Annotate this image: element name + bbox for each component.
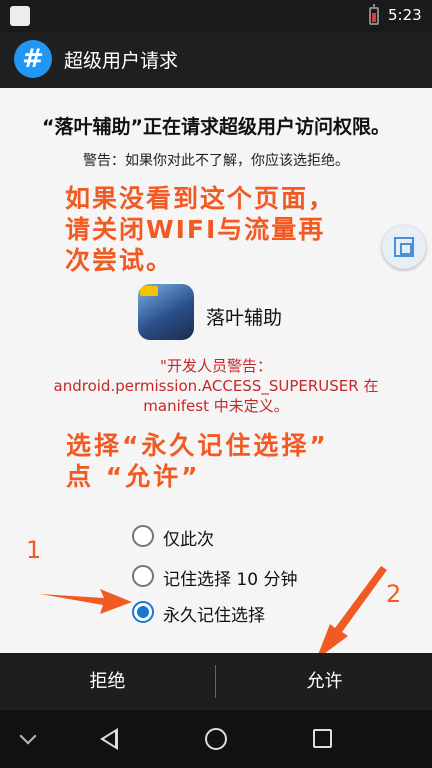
overlay-hint-line: 次尝试。 (65, 246, 174, 275)
notification-icon (10, 6, 30, 26)
app-title: 超级用户请求 (64, 50, 179, 72)
home-icon[interactable] (205, 728, 227, 750)
superuser-hash-icon: # (14, 40, 52, 78)
dialog-button-bar: 拒绝 允许 (0, 653, 432, 710)
status-time: 5:23 (388, 6, 422, 24)
overlay-hint-choose: 选择“永久记住选择” 点 “允许” (66, 430, 329, 492)
overlay-hint-line: 点 “允许” (66, 462, 201, 491)
overlay-hint-line: 请关闭WIFI与流量再 (65, 215, 326, 244)
chevron-down-icon[interactable] (19, 727, 37, 745)
system-nav-bar (0, 710, 432, 768)
option-label: 仅此次 (163, 530, 214, 550)
allow-button[interactable]: 允许 (217, 653, 432, 710)
cube-icon (394, 237, 414, 257)
app-icon-badge (140, 286, 158, 296)
deny-button[interactable]: 拒绝 (0, 653, 215, 710)
status-bar: 5:23 (0, 0, 432, 32)
warning-text: 警告：如果你对此不了解，你应该选拒绝。 (83, 153, 349, 169)
requesting-app-icon (138, 284, 194, 340)
superuser-request-content: “落叶辅助”正在请求超级用户访问权限。 警告：如果你对此不了解，你应该选拒绝。 … (0, 88, 432, 653)
radio-button-checked[interactable] (132, 601, 154, 623)
overlay-hint-line: 选择“永久记住选择” (66, 431, 329, 460)
battery-low-icon (369, 4, 379, 25)
radio-button[interactable] (132, 525, 154, 547)
developer-warning: "开发人员警告： android.permission.ACCESS_SUPER… (0, 356, 432, 416)
annotation-number-1: 1 (26, 536, 42, 564)
developer-warning-line: android.permission.ACCESS_SUPERUSER 在 (53, 377, 379, 395)
annotation-number-2: 2 (386, 580, 402, 608)
option-label: 记住选择 10 分钟 (163, 570, 298, 590)
recents-icon[interactable] (313, 729, 332, 748)
floating-assist-button[interactable] (382, 225, 426, 269)
radio-button[interactable] (132, 565, 154, 587)
back-icon[interactable] (100, 728, 118, 750)
button-divider (215, 665, 216, 698)
option-label: 永久记住选择 (163, 606, 265, 626)
request-title: “落叶辅助”正在请求超级用户访问权限。 (42, 116, 390, 138)
app-bar: # 超级用户请求 (0, 32, 432, 88)
requesting-app-name: 落叶辅助 (206, 307, 283, 329)
developer-warning-line: manifest 中未定义。 (143, 397, 289, 415)
overlay-hint-line: 如果没看到这个页面， (65, 184, 336, 213)
overlay-hint-wifi: 如果没看到这个页面， 请关闭WIFI与流量再 次尝试。 (65, 183, 335, 276)
developer-warning-line: "开发人员警告： (160, 357, 272, 375)
